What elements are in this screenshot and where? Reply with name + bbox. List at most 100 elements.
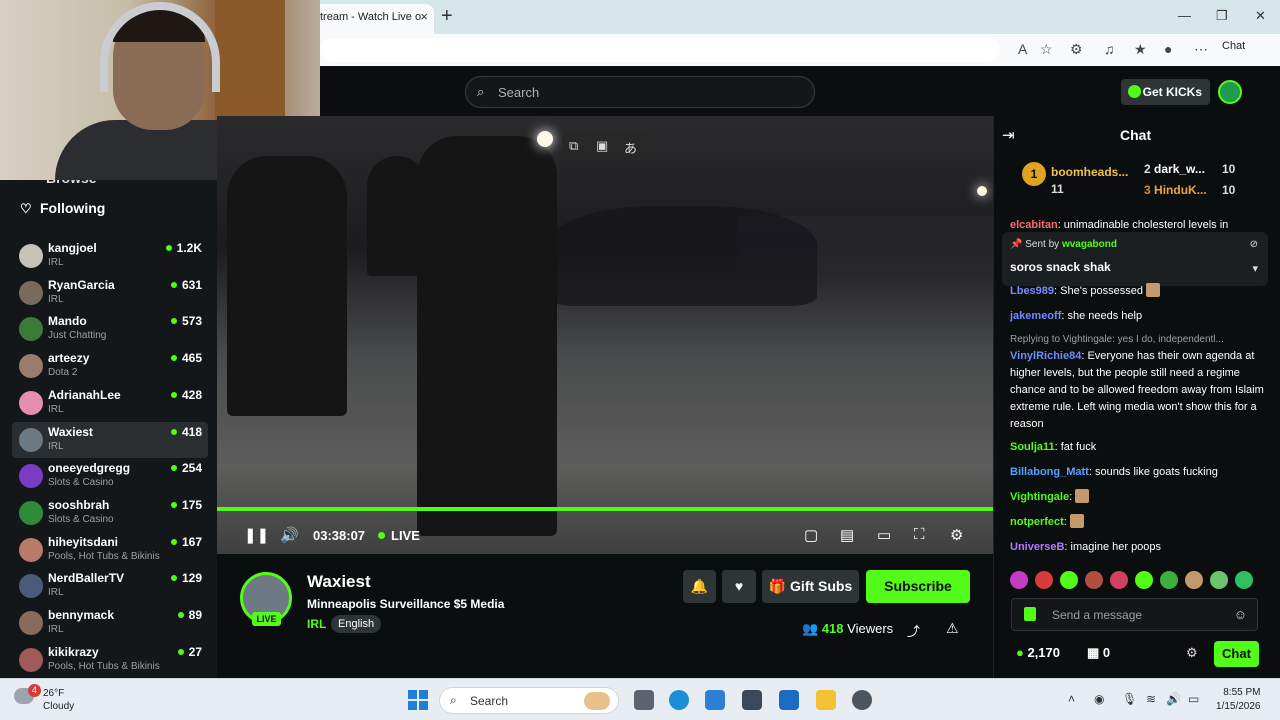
stream-language-tag[interactable]: English — [331, 615, 382, 633]
pip-icon[interactable]: ⧉ — [569, 138, 578, 154]
channel-points[interactable]: ● 2,170 — [1016, 645, 1060, 660]
taskbar-search[interactable]: ⌕ Search — [439, 687, 619, 714]
chat-username[interactable]: Billabong_Matt — [1010, 466, 1089, 478]
sidebar-channel[interactable]: hiheyitsdani Pools, Hot Tubs & Bikinis 167 — [12, 532, 208, 568]
volume-icon[interactable]: 🔊 — [280, 526, 299, 544]
wifi-icon[interactable]: ≋ — [1146, 692, 1156, 706]
address-bar[interactable] — [320, 38, 1000, 62]
emote[interactable] — [1110, 571, 1128, 589]
favorites-icon[interactable]: ★ — [1134, 41, 1147, 58]
sidebar-channel[interactable]: RyanGarcia IRL 631 — [12, 275, 208, 311]
chat-reply-context[interactable]: Replying to Vightingale: yes I do, indep… — [1010, 331, 1268, 348]
store-icon[interactable] — [705, 690, 725, 710]
collapse-chat-icon[interactable]: ⇥ — [1002, 126, 1015, 144]
browser-tab[interactable]: tream - Watch Live o × — [312, 4, 434, 34]
miniplayer-icon[interactable]: ▢ — [804, 526, 818, 544]
emoji-icon[interactable]: ☺ — [1234, 607, 1247, 622]
app-icon[interactable] — [742, 690, 762, 710]
copilot-chat-button[interactable]: Chat — [1222, 40, 1245, 52]
gift-subs-button[interactable]: 🎁 Gift Subs — [762, 570, 859, 603]
mic-icon[interactable]: 🎙 — [1122, 692, 1137, 706]
theater-mode-icon[interactable]: ▭ — [877, 526, 891, 544]
start-button[interactable] — [408, 690, 428, 710]
stream-category[interactable]: IRL — [307, 617, 326, 631]
leaderboard-second[interactable]: 2 dark_w... 10 — [1144, 162, 1235, 176]
emote[interactable] — [1035, 571, 1053, 589]
user-avatar[interactable] — [1218, 80, 1242, 104]
sidebar-channel[interactable]: Waxiest IRL 418 — [12, 422, 208, 458]
redeems[interactable]: ▦ 0 — [1087, 645, 1110, 661]
chat-username[interactable]: VinylRichie84 — [1010, 350, 1081, 362]
sidebar-channel[interactable]: kikikrazy Pools, Hot Tubs & Bikinis 27 — [12, 642, 208, 678]
emote[interactable] — [1210, 571, 1228, 589]
notification-bell-button[interactable]: 🔔 — [683, 570, 716, 603]
streamer-name[interactable]: Waxiest — [307, 572, 371, 592]
video-player[interactable] — [217, 116, 993, 554]
sidebar-channel[interactable]: NerdBallerTV IRL 129 — [12, 568, 208, 604]
edge-browser-icon[interactable] — [669, 690, 689, 710]
sidebar-channel[interactable]: arteezy Dota 2 465 — [12, 348, 208, 384]
share-icon[interactable]: ⤴ — [907, 621, 920, 640]
clip-camera-icon[interactable]: ▤ — [840, 526, 854, 544]
gift-icon[interactable] — [1024, 607, 1036, 621]
emote[interactable] — [1185, 571, 1203, 589]
playback-progress-bar[interactable] — [217, 507, 993, 511]
emote[interactable] — [1135, 571, 1153, 589]
chat-username[interactable]: Vightingale — [1010, 491, 1069, 503]
live-indicator[interactable]: LIVE — [378, 528, 420, 543]
emote[interactable] — [1085, 571, 1103, 589]
emote[interactable] — [1235, 571, 1253, 589]
more-menu-icon[interactable]: ⋯ — [1194, 41, 1208, 58]
battery-icon[interactable]: ▭ — [1188, 692, 1199, 706]
settings-gear-icon[interactable]: ⚙ — [950, 526, 963, 544]
chat-settings-icon[interactable]: ⚙ — [1186, 645, 1198, 661]
leaderboard-first[interactable]: 1 boomheads... 11 — [1022, 162, 1128, 196]
taskbar-clock[interactable]: 8:55 PM 1/15/2026 — [1216, 686, 1261, 714]
obs-icon[interactable] — [852, 690, 872, 710]
sidebar-following[interactable]: ♡ Following — [20, 200, 105, 217]
chat-username[interactable]: Lbes989 — [1010, 285, 1054, 297]
sidebar-channel[interactable]: sooshbrah Slots & Casino 175 — [12, 495, 208, 531]
chat-input[interactable]: Send a message ☺ — [1011, 598, 1258, 631]
new-tab-icon[interactable]: + — [441, 6, 453, 26]
tray-overflow-icon[interactable]: ˄ — [1068, 692, 1075, 706]
weather-widget[interactable]: 26°F Cloudy — [43, 687, 74, 713]
follow-heart-button[interactable]: ♥ — [722, 570, 756, 603]
search-input[interactable]: ⌕ Search — [465, 76, 815, 108]
outlook-icon[interactable] — [779, 690, 799, 710]
unpin-icon[interactable]: ⊘ — [1250, 239, 1258, 250]
pinned-sender[interactable]: wvagabond — [1062, 239, 1117, 250]
profile-icon[interactable]: ● — [1164, 41, 1172, 57]
chevron-down-icon[interactable]: ▾ — [1252, 262, 1258, 275]
sidebar-channel[interactable]: kangjoel IRL 1.2K — [12, 238, 208, 274]
leaderboard-third[interactable]: 3 HinduK... 10 — [1144, 183, 1235, 197]
tab-close-icon[interactable]: × — [420, 4, 428, 30]
subscribe-button[interactable]: Subscribe — [866, 570, 970, 603]
sidebar-channel[interactable]: AdrianahLee IRL 428 — [12, 385, 208, 421]
chat-username[interactable]: Soulja11 — [1010, 441, 1055, 453]
pause-icon[interactable]: ❚❚ — [244, 526, 269, 544]
fullscreen-icon[interactable]: ⛶ — [914, 526, 925, 543]
report-warning-icon[interactable]: ⚠ — [946, 620, 959, 637]
translate-icon[interactable]: あ — [624, 138, 637, 157]
get-kicks-button[interactable]: Get KICKs — [1121, 79, 1210, 105]
pinned-message[interactable]: 📌 Sent by wvagabond ⊘ soros snack shak ▾ — [1002, 232, 1268, 286]
tray-app-icon[interactable]: ◉ — [1094, 692, 1104, 706]
chat-send-button[interactable]: Chat — [1214, 641, 1259, 667]
sidebar-channel[interactable]: Mando Just Chatting 573 — [12, 311, 208, 347]
chat-username[interactable]: elcabitan — [1010, 219, 1058, 231]
emote[interactable] — [1010, 571, 1028, 589]
emote[interactable] — [1160, 571, 1178, 589]
chat-username[interactable]: UniverseB — [1010, 541, 1064, 553]
sidebar-channel[interactable]: oneeyedgregg Slots & Casino 254 — [12, 458, 208, 494]
speaker-icon[interactable]: 🔊 — [1166, 692, 1181, 706]
task-view-icon[interactable] — [634, 690, 654, 710]
clip-icon[interactable]: ▣ — [596, 138, 608, 154]
emote[interactable] — [1060, 571, 1078, 589]
maximize-icon[interactable]: ❐ — [1216, 8, 1228, 24]
chat-username[interactable]: jakemeoff — [1010, 310, 1061, 322]
read-aloud-icon[interactable]: A — [1018, 41, 1027, 57]
extensions-icon[interactable]: ⚙ — [1070, 41, 1083, 58]
close-window-icon[interactable]: ✕ — [1255, 8, 1266, 24]
favorite-star-icon[interactable]: ☆ — [1040, 41, 1053, 58]
